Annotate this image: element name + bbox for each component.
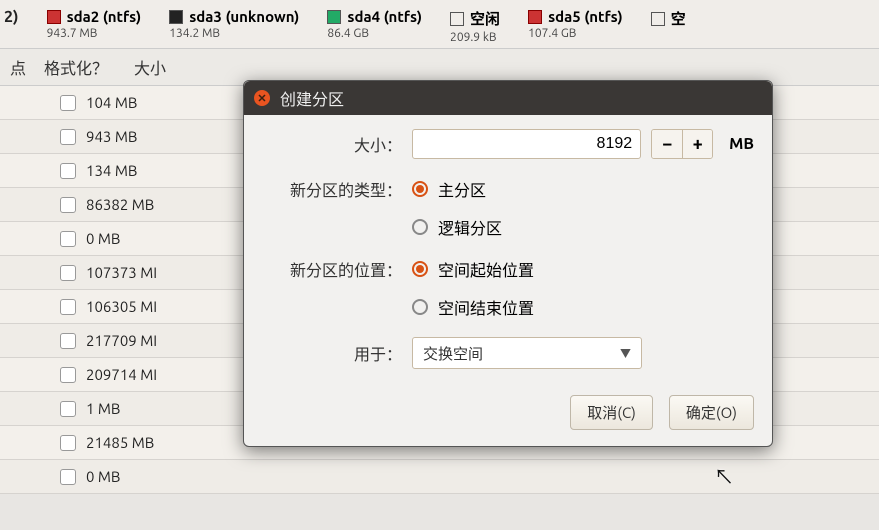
format-checkbox[interactable] — [60, 469, 76, 485]
legend-item[interactable]: sda5 (ntfs) 107.4 GB — [528, 8, 623, 40]
legend-bar: 2) sda2 (ntfs) 943.7 MB sda3 (unknown) 1… — [0, 0, 879, 49]
size-cell: 943 MB — [86, 128, 137, 145]
size-unit: MB — [723, 135, 754, 153]
dialog-titlebar[interactable]: ✕ 创建分区 — [244, 81, 772, 115]
legend-sub: 86.4 GB — [327, 27, 422, 40]
legend-swatch-icon — [450, 12, 464, 26]
size-cell: 86382 MB — [86, 196, 154, 213]
legend-label: sda3 (unknown) — [189, 8, 299, 25]
size-cell: 21485 MB — [86, 434, 154, 451]
radio-begin[interactable]: 空间起始位置 — [412, 257, 534, 281]
legend-sub: 943.7 MB — [47, 27, 142, 40]
cancel-button[interactable]: 取消(C) — [570, 395, 653, 430]
legend-swatch-icon — [651, 12, 665, 26]
chevron-down-icon: ▼ — [620, 345, 631, 361]
dialog-title: 创建分区 — [280, 86, 344, 110]
legend-swatch-icon — [528, 10, 542, 24]
step-minus-button[interactable]: − — [652, 130, 682, 158]
format-checkbox[interactable] — [60, 401, 76, 417]
format-checkbox[interactable] — [60, 367, 76, 383]
legend-trunc-left: 2) — [4, 8, 19, 26]
radio-icon — [412, 181, 428, 197]
legend-item[interactable]: 空闲 209.9 kB — [450, 8, 500, 44]
format-checkbox[interactable] — [60, 333, 76, 349]
legend-sub: 107.4 GB — [528, 27, 623, 40]
radio-end[interactable]: 空间结束位置 — [412, 295, 534, 319]
legend-label: 空闲 — [470, 8, 500, 29]
size-cell: 104 MB — [86, 94, 137, 111]
create-partition-dialog: ✕ 创建分区 大小： − + MB 新分区的类型： 主分区 逻辑分区 — [243, 80, 773, 447]
legend-item-trunc[interactable]: 空 — [651, 8, 686, 29]
legend-label: sda2 (ntfs) — [67, 8, 142, 25]
legend-item[interactable]: sda3 (unknown) 134.2 MB — [169, 8, 299, 40]
radio-label: 空间起始位置 — [438, 257, 534, 281]
size-cell: 1 MB — [86, 400, 120, 417]
size-cell: 0 MB — [86, 230, 120, 247]
radio-label: 逻辑分区 — [438, 215, 502, 239]
size-cell: 0 MB — [86, 468, 120, 485]
dropdown-value: 交换空间 — [423, 343, 483, 364]
legend-label: sda5 (ntfs) — [548, 8, 623, 25]
format-checkbox[interactable] — [60, 299, 76, 315]
step-plus-button[interactable]: + — [682, 130, 712, 158]
size-label: 大小： — [262, 132, 402, 156]
use-label: 用于： — [262, 341, 402, 365]
size-stepper: − + — [651, 129, 713, 159]
col-fmt: 格式化？ — [44, 55, 124, 79]
legend-label: sda4 (ntfs) — [347, 8, 422, 25]
format-checkbox[interactable] — [60, 197, 76, 213]
format-checkbox[interactable] — [60, 231, 76, 247]
type-label: 新分区的类型： — [262, 177, 402, 201]
legend-item[interactable]: sda4 (ntfs) 86.4 GB — [327, 8, 422, 40]
format-checkbox[interactable] — [60, 95, 76, 111]
legend-label: 空 — [671, 8, 686, 29]
close-icon[interactable]: ✕ — [254, 90, 270, 106]
legend-swatch-icon — [169, 10, 183, 24]
radio-icon — [412, 219, 428, 235]
use-as-dropdown[interactable]: 交换空间 ▼ — [412, 337, 642, 369]
format-checkbox[interactable] — [60, 163, 76, 179]
legend-swatch-icon — [47, 10, 61, 24]
col-pt: 点 — [10, 55, 34, 79]
format-checkbox[interactable] — [60, 265, 76, 281]
radio-label: 主分区 — [438, 177, 486, 201]
size-input[interactable] — [412, 129, 641, 159]
radio-primary[interactable]: 主分区 — [412, 177, 502, 201]
size-cell: 106305 MI — [86, 298, 157, 315]
format-checkbox[interactable] — [60, 129, 76, 145]
radio-label: 空间结束位置 — [438, 295, 534, 319]
format-checkbox[interactable] — [60, 435, 76, 451]
size-cell: 134 MB — [86, 162, 137, 179]
size-cell: 209714 MI — [86, 366, 157, 383]
legend-swatch-icon — [327, 10, 341, 24]
radio-logical[interactable]: 逻辑分区 — [412, 215, 502, 239]
radio-icon — [412, 261, 428, 277]
radio-icon — [412, 299, 428, 315]
ok-button[interactable]: 确定(O) — [669, 395, 754, 430]
size-cell: 217709 MI — [86, 332, 157, 349]
legend-sub: 134.2 MB — [169, 27, 299, 40]
table-row[interactable]: 0 MB — [0, 460, 879, 494]
legend-item[interactable]: sda2 (ntfs) 943.7 MB — [47, 8, 142, 40]
size-cell: 107373 MI — [86, 264, 157, 281]
position-label: 新分区的位置： — [262, 257, 402, 281]
col-size: 大小 — [134, 55, 274, 79]
legend-sub: 209.9 kB — [450, 31, 500, 44]
